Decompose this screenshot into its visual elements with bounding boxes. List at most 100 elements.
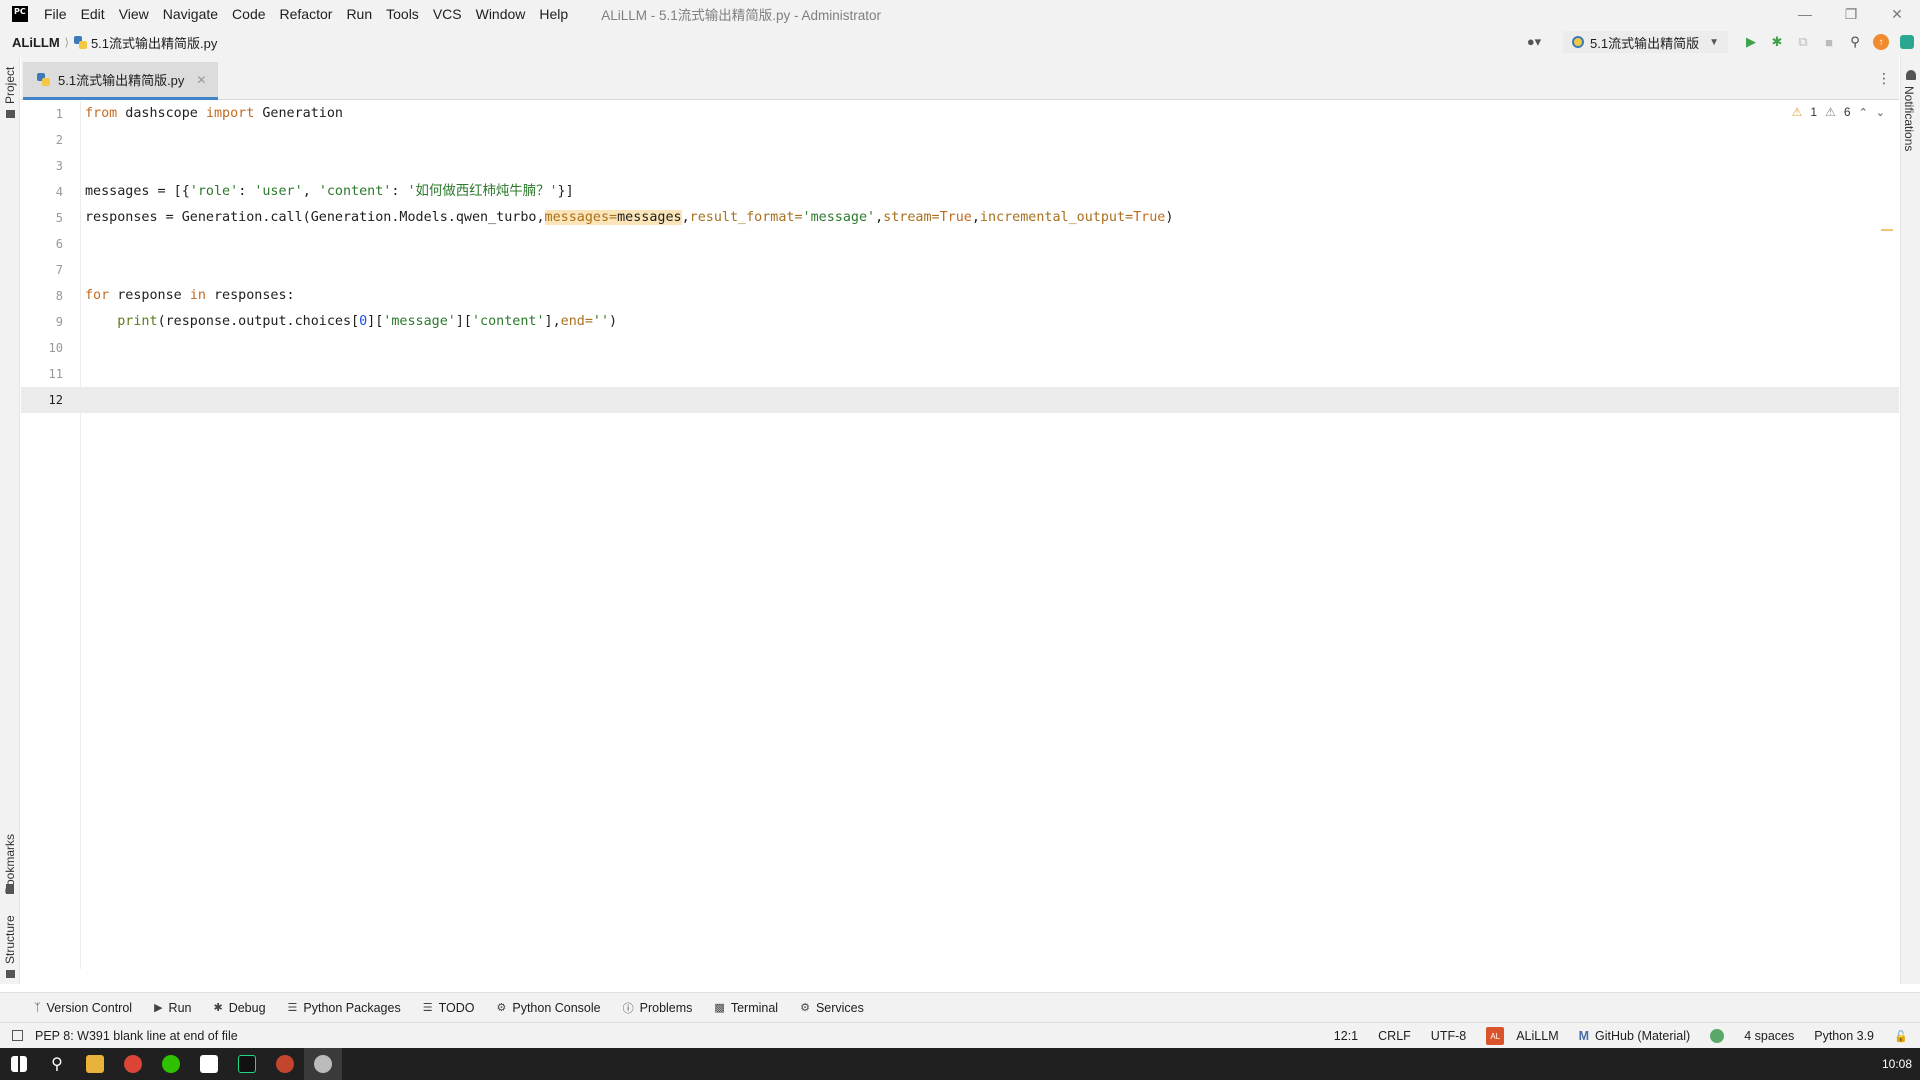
caret-position[interactable]: 12:1 bbox=[1334, 1029, 1358, 1043]
project-widget[interactable]: AL ALiLLM bbox=[1486, 1027, 1559, 1045]
status-message[interactable]: PEP 8: W391 blank line at end of file bbox=[12, 1029, 238, 1043]
code-line: 7 bbox=[21, 257, 1899, 283]
debug-icon[interactable]: ✱ bbox=[1764, 31, 1790, 53]
terminal-icon: ▩ bbox=[714, 1002, 725, 1014]
previous-highlight-icon[interactable]: ⌃ bbox=[1859, 106, 1868, 119]
version-control-tool-button[interactable]: ᛉ Version Control bbox=[34, 1001, 132, 1015]
code-line: 3 bbox=[21, 153, 1899, 179]
menu-run[interactable]: Run bbox=[339, 0, 379, 28]
status-message-text: PEP 8: W391 blank line at end of file bbox=[35, 1028, 238, 1043]
pycharm-button[interactable] bbox=[228, 1048, 266, 1080]
notifications-tool-tab[interactable]: Notifications bbox=[1902, 86, 1916, 151]
code-line: 8 for response in responses: bbox=[21, 283, 1899, 309]
python-packages-tool-button[interactable]: ☰ Python Packages bbox=[288, 1001, 401, 1015]
line-number: 1 bbox=[55, 107, 63, 121]
menu-vcs[interactable]: VCS bbox=[426, 0, 469, 28]
start-button[interactable] bbox=[0, 1048, 38, 1080]
close-window-button[interactable]: ✕ bbox=[1874, 0, 1920, 28]
menu-window[interactable]: Window bbox=[469, 0, 533, 28]
structure-icon bbox=[6, 970, 15, 978]
breadcrumb-project[interactable]: ALiLLM bbox=[12, 35, 60, 50]
services-icon: ⚙ bbox=[800, 1002, 810, 1014]
code-line: 9 print(response.output.choices[0]['mess… bbox=[21, 309, 1899, 335]
code-line: 5 responses = Generation.call(Generation… bbox=[21, 205, 1899, 231]
file-explorer-button[interactable] bbox=[76, 1048, 114, 1080]
chrome-button[interactable] bbox=[114, 1048, 152, 1080]
close-icon[interactable]: ✕ bbox=[196, 73, 206, 87]
window-title: ALiLLM - 5.1流式输出精简版.py - Administrator bbox=[601, 8, 882, 23]
plugin-button[interactable] bbox=[1894, 31, 1920, 53]
problems-tool-button[interactable]: ⓘ Problems bbox=[623, 1000, 693, 1016]
line-number: 2 bbox=[55, 133, 63, 147]
toggle-tool-windows-icon[interactable] bbox=[12, 1030, 23, 1041]
menu-view[interactable]: View bbox=[112, 0, 156, 28]
lock-icon[interactable]: 🔓 bbox=[1894, 1030, 1908, 1043]
todo-tool-button[interactable]: ☰ TODO bbox=[423, 1001, 475, 1015]
stop-icon[interactable]: ■ bbox=[1816, 31, 1842, 53]
indent-setting[interactable]: 4 spaces bbox=[1744, 1029, 1794, 1043]
breadcrumb-file[interactable]: 5.1流式输出精简版.py bbox=[73, 33, 217, 52]
warning-count: 1 bbox=[1810, 105, 1818, 119]
project-avatar-icon: AL bbox=[1486, 1027, 1505, 1045]
project-tool-tab[interactable]: Project bbox=[3, 67, 17, 104]
menu-edit[interactable]: Edit bbox=[74, 0, 112, 28]
app-icon bbox=[276, 1055, 294, 1073]
editor-tab[interactable]: 5.1流式输出精简版.py ✕ bbox=[23, 62, 219, 100]
taskbar-clock[interactable]: 10:08 bbox=[1882, 1057, 1912, 1071]
search-icon[interactable]: ⚲ bbox=[1842, 31, 1868, 53]
menu-navigate[interactable]: Navigate bbox=[156, 0, 225, 28]
code-line: 1 from dashscope import Generation bbox=[21, 101, 1899, 127]
file-encoding[interactable]: UTF-8 bbox=[1431, 1029, 1466, 1043]
editor-tab-label: 5.1流式输出精简版.py bbox=[58, 73, 185, 88]
menu-refactor[interactable]: Refactor bbox=[273, 0, 340, 28]
run-icon[interactable]: ▶ bbox=[1738, 31, 1764, 53]
app-button-active[interactable] bbox=[304, 1048, 342, 1080]
problems-icon: ⓘ bbox=[622, 1002, 634, 1015]
text-editor-icon bbox=[200, 1055, 218, 1073]
services-tool-button[interactable]: ⚙ Services bbox=[800, 1001, 864, 1015]
line-number: 4 bbox=[55, 185, 63, 199]
menu-code[interactable]: Code bbox=[225, 0, 272, 28]
coverage-icon[interactable]: ⧉ bbox=[1790, 31, 1816, 53]
line-text: messages = [{'role': 'user', 'content': … bbox=[85, 184, 574, 199]
plugin-icon bbox=[1900, 35, 1914, 49]
search-taskbar-button[interactable]: ⚲ bbox=[38, 1048, 76, 1080]
python-interpreter[interactable]: Python 3.9 bbox=[1814, 1029, 1874, 1043]
status-indicator-icon[interactable] bbox=[1710, 1029, 1725, 1043]
highlighted-argument: messages=messages bbox=[544, 210, 682, 225]
wechat-icon bbox=[162, 1055, 180, 1073]
code-line: 10 bbox=[21, 335, 1899, 361]
line-number: 10 bbox=[48, 341, 63, 355]
list-icon: ☰ bbox=[422, 1002, 433, 1014]
python-console-tool-button[interactable]: ⚙ Python Console bbox=[496, 1001, 600, 1015]
wechat-button[interactable] bbox=[152, 1048, 190, 1080]
scrollbar-warning-marker[interactable] bbox=[1881, 229, 1893, 231]
menu-tools[interactable]: Tools bbox=[379, 0, 426, 28]
python-file-icon bbox=[37, 73, 50, 86]
notifications-bell-icon bbox=[1906, 70, 1916, 80]
structure-tool-tab[interactable]: Structure bbox=[3, 915, 17, 964]
update-icon: ↑ bbox=[1873, 34, 1889, 50]
code-editor[interactable]: 1 from dashscope import Generation 2 3 4… bbox=[21, 101, 1899, 969]
line-number: 11 bbox=[48, 367, 63, 381]
typora-button[interactable] bbox=[190, 1048, 228, 1080]
app-button[interactable] bbox=[266, 1048, 304, 1080]
code-line: 2 bbox=[21, 127, 1899, 153]
restore-button[interactable]: ❐ bbox=[1828, 0, 1874, 28]
run-configuration-selector[interactable]: 5.1流式输出精简版 ▼ bbox=[1563, 31, 1728, 53]
more-options-icon[interactable]: ⋮ bbox=[1877, 70, 1891, 87]
next-highlight-icon[interactable]: ⌄ bbox=[1876, 106, 1885, 119]
minimize-button[interactable]: — bbox=[1782, 0, 1828, 28]
line-number: 9 bbox=[55, 315, 63, 329]
theme-widget[interactable]: M GitHub (Material) bbox=[1579, 1029, 1691, 1043]
inspection-widget[interactable]: ⚠ 1 ⚠ 6 ⌃ ⌄ bbox=[1792, 105, 1885, 119]
tool-window-bar: ᛉ Version Control ▶ Run ✱ Debug ☰ Python Pac… bbox=[0, 992, 1920, 1022]
line-separator[interactable]: CRLF bbox=[1378, 1029, 1411, 1043]
menu-file[interactable]: File bbox=[37, 0, 74, 28]
update-button[interactable]: ↑ bbox=[1868, 31, 1894, 53]
run-tool-button[interactable]: ▶ Run bbox=[154, 1001, 191, 1015]
debug-tool-button[interactable]: ✱ Debug bbox=[213, 1001, 265, 1015]
terminal-tool-button[interactable]: ▩ Terminal bbox=[714, 1001, 778, 1015]
user-account-icon[interactable]: ●▾ bbox=[1521, 32, 1547, 52]
menu-help[interactable]: Help bbox=[532, 0, 575, 28]
